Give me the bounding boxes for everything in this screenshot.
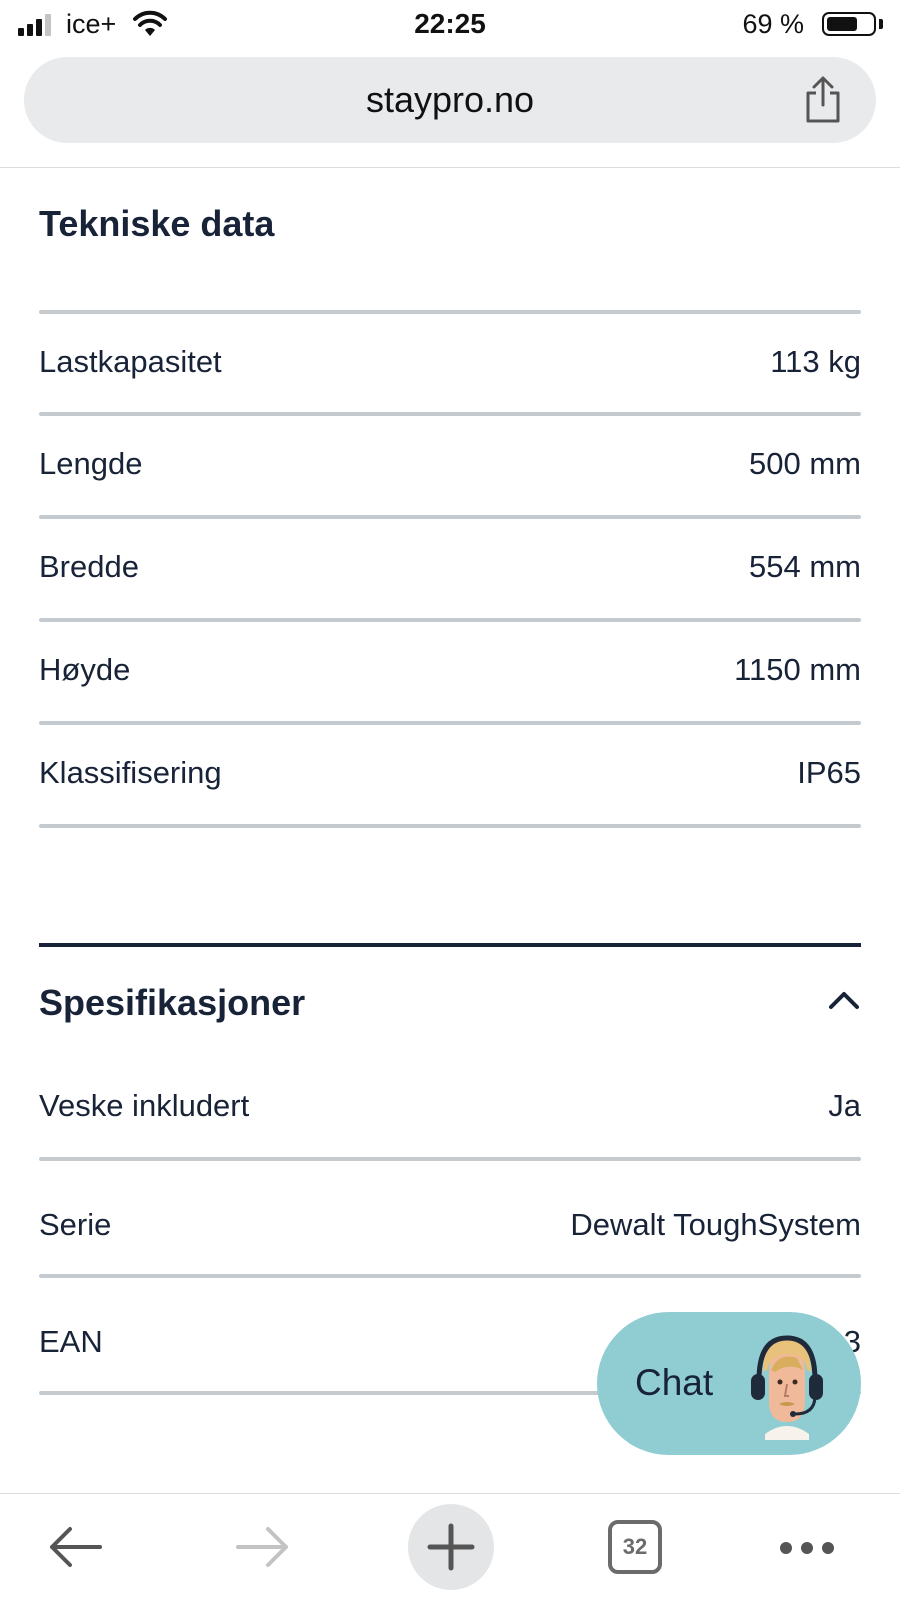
chat-button[interactable]: Chat bbox=[597, 1312, 861, 1455]
chat-label: Chat bbox=[635, 1362, 714, 1403]
spec-value: Dewalt ToughSystem bbox=[570, 1207, 861, 1242]
browser-toolbar: 32 bbox=[0, 1493, 900, 1601]
header-divider bbox=[0, 167, 900, 168]
spec-value: 1150 mm bbox=[734, 652, 861, 687]
back-arrow-icon[interactable] bbox=[46, 1524, 104, 1575]
tabs-count-button[interactable]: 32 bbox=[608, 1520, 662, 1574]
spec-row: Veske inkludert Ja bbox=[39, 1056, 861, 1156]
status-bar: ice+ 22:25 69 % bbox=[0, 0, 900, 50]
spec-label: Serie bbox=[39, 1207, 112, 1242]
battery-icon bbox=[822, 12, 876, 36]
spec-label: Høyde bbox=[39, 652, 131, 687]
plus-icon bbox=[427, 1523, 475, 1571]
spec-label: Veske inkludert bbox=[39, 1088, 250, 1123]
spec-row: Lengde 500 mm bbox=[39, 414, 861, 514]
section-divider bbox=[39, 943, 861, 947]
more-options-icon[interactable] bbox=[778, 1538, 836, 1563]
divider bbox=[39, 824, 861, 828]
url-text[interactable]: staypro.no bbox=[24, 79, 876, 121]
spec-label: EAN bbox=[39, 1324, 103, 1359]
spec-row: Klassifisering IP65 bbox=[39, 723, 861, 823]
battery-nub bbox=[879, 19, 883, 29]
spec-label: Bredde bbox=[39, 549, 139, 584]
spec-label: Lastkapasitet bbox=[39, 344, 222, 379]
spec-value: 500 mm bbox=[749, 446, 861, 481]
divider bbox=[39, 1274, 861, 1278]
spec-row: Bredde 554 mm bbox=[39, 517, 861, 617]
spec-row: Høyde 1150 mm bbox=[39, 620, 861, 720]
new-tab-button[interactable] bbox=[408, 1504, 494, 1590]
battery-percent: 69 % bbox=[742, 9, 804, 39]
divider bbox=[39, 1157, 861, 1161]
spec-label: Lengde bbox=[39, 446, 143, 481]
spec-value: IP65 bbox=[797, 755, 861, 790]
spec-value: 554 mm bbox=[749, 549, 861, 584]
spec-value: 113 kg bbox=[770, 344, 861, 379]
forward-arrow-icon[interactable] bbox=[234, 1524, 292, 1575]
spec-label: Klassifisering bbox=[39, 755, 222, 790]
support-agent-avatar bbox=[745, 1330, 829, 1445]
address-bar[interactable]: staypro.no bbox=[24, 57, 876, 143]
chevron-up-icon[interactable] bbox=[828, 990, 860, 1015]
spec-row: Lastkapasitet 113 kg bbox=[39, 312, 861, 412]
technical-data-title: Tekniske data bbox=[39, 203, 275, 244]
battery-fill bbox=[827, 17, 857, 31]
share-icon[interactable] bbox=[802, 75, 844, 130]
spec-value: Ja bbox=[828, 1088, 861, 1123]
specifications-title[interactable]: Spesifikasjoner bbox=[39, 982, 305, 1024]
spec-row: Serie Dewalt ToughSystem bbox=[39, 1175, 861, 1275]
